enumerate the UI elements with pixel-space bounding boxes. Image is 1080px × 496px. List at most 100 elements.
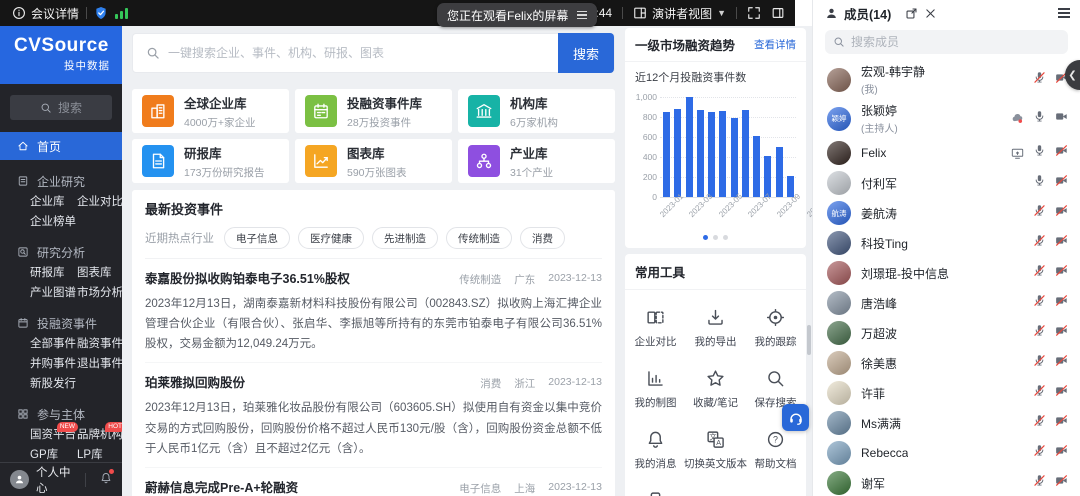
meeting-detail-button[interactable]: 会议详情 [12,5,79,22]
view-details-link[interactable]: 查看详情 [754,37,796,52]
camera-icon[interactable] [1055,110,1068,128]
member-row[interactable]: 唐浩峰 [813,288,1080,318]
tool-my-messages[interactable]: 我的消息 [635,430,677,471]
industry-tag[interactable]: 电子信息 [224,227,290,249]
camera-icon[interactable] [1055,414,1068,432]
tool-app-download[interactable]: APP下载 [634,491,676,496]
industry-tag[interactable]: 医疗健康 [298,227,364,249]
popout-panel-button[interactable] [905,7,918,20]
camera-icon[interactable] [1055,234,1068,252]
scrollbar[interactable] [807,325,811,355]
panel-menu-button[interactable] [1058,8,1070,18]
sidebar-item[interactable]: 融资事件 [77,336,122,353]
sidebar-item[interactable]: GP库 [30,447,77,462]
cvsource-logo[interactable]: CVSource 投中数据 [0,26,122,84]
side-panel-toggle[interactable] [771,6,785,20]
industry-tag[interactable]: 消费 [520,227,565,249]
sidebar-item[interactable]: 并购事件 [30,356,77,373]
camera-icon[interactable] [1055,444,1068,462]
industry-tag[interactable]: 先进制造 [372,227,438,249]
camera-icon[interactable] [1055,354,1068,372]
camera-icon[interactable] [1055,204,1068,222]
member-row[interactable]: 宏观-韩宇静 (我) [813,60,1080,99]
camera-icon[interactable] [1055,264,1068,282]
sidebar-item[interactable]: 研报库 [30,265,77,282]
camera-icon[interactable] [1055,384,1068,402]
sidebar-item[interactable]: 退出事件 [77,356,122,373]
security-shield-icon[interactable] [94,6,108,20]
member-row[interactable]: 航涛 姜航涛 [813,198,1080,228]
customer-service-button[interactable] [782,404,809,431]
member-row[interactable]: 科投Ting [813,228,1080,258]
sidebar-item[interactable]: 品牌机构 HOT [77,422,122,444]
mic-icon[interactable] [1033,110,1046,128]
search-button[interactable]: 搜索 [558,33,614,73]
tool-favorites-notes[interactable]: 收藏/笔记 [693,369,738,410]
view-mode-selector[interactable]: 演讲者视图 ▼ [633,5,726,22]
mic-icon[interactable] [1033,234,1046,252]
sidebar-item[interactable]: 企业对比 [77,194,122,211]
news-item-title[interactable]: 珀莱雅拟回购股份 [145,372,245,391]
camera-icon[interactable] [1055,474,1068,492]
tool-my-tracking[interactable]: 我的跟踪 [755,308,797,349]
card-research-reports[interactable]: 研报库 173万份研究报告 [132,139,289,183]
mic-icon[interactable] [1033,324,1046,342]
mic-icon[interactable] [1033,474,1046,492]
member-row[interactable]: Rebecca [813,438,1080,468]
mic-icon[interactable] [1033,204,1046,222]
sidebar-item[interactable]: 企业库 [30,194,77,211]
sidebar-item[interactable]: 市场分析 [77,285,122,302]
tool-my-exports[interactable]: 我的导出 [695,308,737,349]
sidebar-item-home[interactable]: 首页 [0,132,122,160]
member-row[interactable]: 刘璟琨-投中信息 [813,258,1080,288]
tool-company-compare[interactable]: 企业对比 [635,308,677,349]
chart-carousel-dots[interactable] [625,235,806,248]
tool-help-docs[interactable]: ? 帮助文档 [755,430,797,471]
watching-screen-banner[interactable]: 您正在观看Felix的屏幕 [437,3,598,27]
camera-icon[interactable] [1055,144,1068,162]
news-item-title[interactable]: 泰嘉股份拟收购铂泰电子36.51%股权 [145,268,350,287]
sidebar-item[interactable]: 图表库 [77,265,122,282]
card-institutions[interactable]: 机构库 6万家机构 [458,89,615,133]
industry-tag[interactable]: 传统制造 [446,227,512,249]
tool-switch-language[interactable]: 文 A 切换英文版本 [684,430,747,471]
global-search-input[interactable] [168,46,550,60]
sidebar-item[interactable]: LP库 [77,447,122,462]
card-global-companies[interactable]: 全球企业库 4000万+家企业 [132,89,289,133]
close-panel-button[interactable] [924,7,937,20]
member-row[interactable]: 徐美惠 [813,348,1080,378]
sidebar-item[interactable]: 产业图谱 [30,285,77,302]
mic-icon[interactable] [1033,144,1046,162]
mic-icon[interactable] [1033,71,1046,89]
mic-icon[interactable] [1033,444,1046,462]
sidebar-item[interactable]: 全部事件 [30,336,77,353]
mic-icon[interactable] [1033,414,1046,432]
mic-icon[interactable] [1033,354,1046,372]
mic-icon[interactable] [1033,174,1046,192]
sidebar-search[interactable]: 搜索 [10,95,112,120]
camera-icon[interactable] [1055,174,1068,192]
member-row[interactable]: 许菲 [813,378,1080,408]
mic-icon[interactable] [1033,264,1046,282]
member-row[interactable]: Ms满满 [813,408,1080,438]
profile-label[interactable]: 个人中心 [36,464,78,496]
mic-icon[interactable] [1033,384,1046,402]
member-row[interactable]: 颖婷 张颖婷 (主持人) [813,99,1080,138]
member-row[interactable]: Felix [813,138,1080,168]
user-avatar[interactable] [10,470,29,489]
notifications-button[interactable] [100,468,114,489]
news-item-title[interactable]: 蔚赫信息完成Pre-A+轮融资 [145,477,298,496]
mic-icon[interactable] [1033,294,1046,312]
card-industries[interactable]: 产业库 31个产业 [458,139,615,183]
card-charts[interactable]: 图表库 590万张图表 [295,139,452,183]
camera-icon[interactable] [1055,294,1068,312]
menu-icon[interactable] [577,10,588,20]
sidebar-item[interactable]: 新股发行 [30,376,77,393]
sidebar-item[interactable]: 国资平台 NEW [30,422,78,444]
member-row[interactable]: 万超波 [813,318,1080,348]
card-deal-events[interactable]: 投融资事件库 28万投资事件 [295,89,452,133]
member-row[interactable]: 付利军 [813,168,1080,198]
member-row[interactable]: 谢军 [813,468,1080,496]
camera-icon[interactable] [1055,324,1068,342]
sidebar-item[interactable]: 企业榜单 [30,214,77,231]
